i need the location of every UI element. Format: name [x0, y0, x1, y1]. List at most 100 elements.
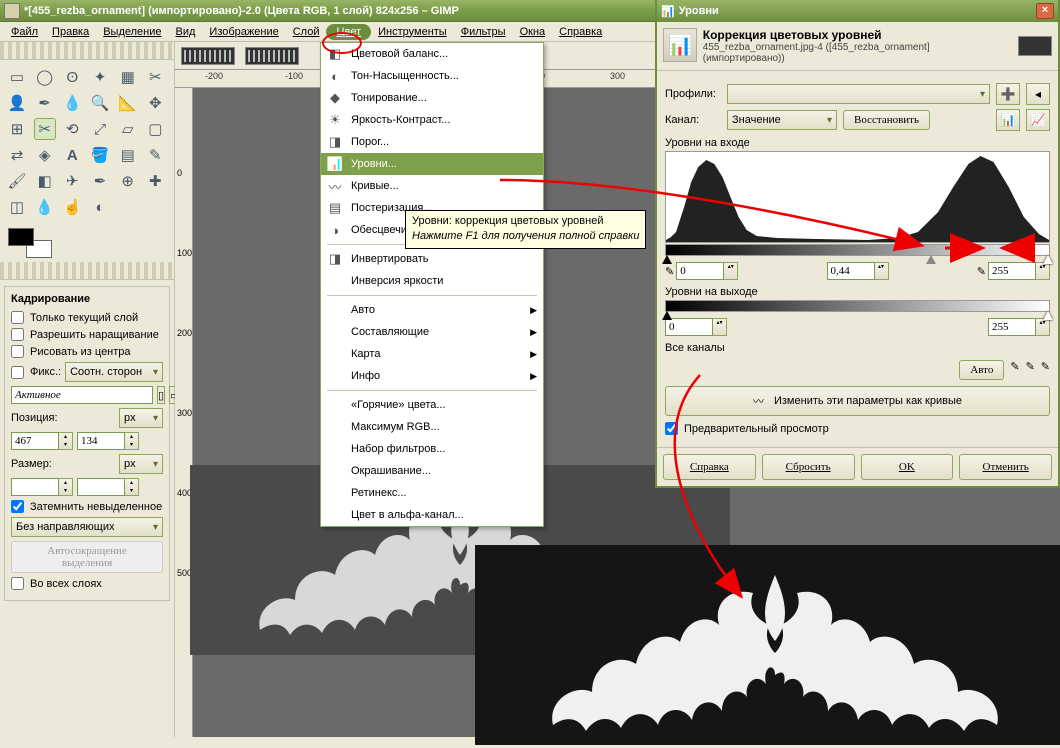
allow-growing-check[interactable] — [11, 328, 24, 341]
menu-filters[interactable]: Фильтры — [454, 24, 513, 40]
menu-image[interactable]: Изображение — [202, 24, 285, 40]
rect-select-tool[interactable]: ▭ — [6, 66, 28, 88]
fuzzy-select-tool[interactable]: ✦ — [89, 66, 111, 88]
menu-help[interactable]: Справка — [552, 24, 609, 40]
menu-brightness-contrast[interactable]: ☀Яркость-Контраст... — [321, 109, 543, 131]
shear-tool[interactable]: ▱ — [117, 118, 139, 140]
reset-channel-button[interactable]: Восстановить — [843, 110, 930, 130]
menu-invert[interactable]: ◨Инвертировать — [321, 248, 543, 270]
menu-colorize[interactable]: ◆Тонирование... — [321, 87, 543, 109]
lasso-tool[interactable]: ʘ — [61, 66, 83, 88]
ink-tool[interactable]: ✒ — [89, 170, 111, 192]
reset-button[interactable]: Сбросить — [762, 454, 855, 480]
output-gradient[interactable] — [665, 300, 1050, 312]
clone-tool[interactable]: ⊕ — [117, 170, 139, 192]
move-tool[interactable]: ✥ — [144, 92, 166, 114]
size-unit-combo[interactable]: px — [119, 454, 163, 474]
dodge-burn-tool[interactable]: ◐ — [89, 196, 111, 218]
spinner-icon[interactable]: ▴▾ — [1036, 318, 1050, 336]
menu-info[interactable]: Инфо▶ — [321, 365, 543, 387]
menu-hot[interactable]: «Горячие» цвета... — [321, 394, 543, 416]
output-high-field[interactable] — [988, 318, 1036, 336]
menu-retinex[interactable]: Ретинекс... — [321, 482, 543, 504]
foreground-select-tool[interactable]: 👤 — [6, 92, 28, 114]
menu-filter-pack[interactable]: Набор фильтров... — [321, 438, 543, 460]
input-gamma-field[interactable] — [827, 262, 875, 280]
by-color-select-tool[interactable]: ▦ — [117, 66, 139, 88]
aspect-field[interactable] — [11, 386, 153, 404]
ok-button[interactable]: OK — [861, 454, 954, 480]
presets-combo[interactable] — [727, 84, 990, 104]
menu-color-to-alpha[interactable]: Цвет в альфа-канал... — [321, 504, 543, 526]
ellipse-select-tool[interactable]: ◯ — [34, 66, 56, 88]
bucket-fill-tool[interactable]: 🪣 — [89, 144, 111, 166]
spinner-icon[interactable]: ▴▾ — [713, 318, 727, 336]
image-tab-1[interactable] — [181, 47, 235, 65]
fixed-check[interactable] — [11, 366, 24, 379]
menu-colorify[interactable]: Окрашивание... — [321, 460, 543, 482]
flip-tool[interactable]: ⇄ — [6, 144, 28, 166]
from-center-check[interactable] — [11, 345, 24, 358]
menu-color-balance[interactable]: ◧Цветовой баланс... — [321, 43, 543, 65]
position-unit-combo[interactable]: px — [119, 408, 163, 428]
menu-threshold[interactable]: ◨Порог... — [321, 131, 543, 153]
menu-color[interactable]: Цвет — [326, 24, 371, 40]
channel-combo[interactable]: Значение — [727, 110, 837, 130]
black-point-slider[interactable] — [662, 255, 672, 264]
scale-tool[interactable]: ⤢ — [89, 118, 111, 140]
gamma-slider[interactable] — [926, 255, 936, 264]
pick-black-button[interactable]: ✎ — [665, 265, 674, 278]
darken-check[interactable] — [11, 500, 24, 513]
output-low-field[interactable] — [665, 318, 713, 336]
pencil-tool[interactable]: ✎ — [144, 144, 166, 166]
histogram-log-icon[interactable]: 📈 — [1026, 109, 1050, 131]
text-tool[interactable]: A — [61, 144, 83, 166]
menu-auto[interactable]: Авто▶ — [321, 299, 543, 321]
perspective-clone-tool[interactable]: ◫ — [6, 196, 28, 218]
menu-levels[interactable]: 📊Уровни... — [321, 153, 543, 175]
blend-tool[interactable]: ▤ — [117, 144, 139, 166]
menu-layer[interactable]: Слой — [286, 24, 327, 40]
input-low-field[interactable] — [676, 262, 724, 280]
all-layers-check[interactable] — [11, 577, 24, 590]
preview-check[interactable] — [665, 422, 678, 435]
blur-tool[interactable]: 💧 — [34, 196, 56, 218]
size-w-field[interactable] — [11, 478, 59, 496]
spinner-icon[interactable]: ▴▾ — [125, 478, 139, 496]
color-picker-tool[interactable]: 💧 — [61, 92, 83, 114]
menu-value-invert[interactable]: Инверсия яркости — [321, 270, 543, 292]
input-gradient[interactable] — [665, 244, 1050, 256]
image-tab-2[interactable] — [245, 47, 299, 65]
auto-button[interactable]: Авто — [959, 360, 1004, 380]
out-white-slider[interactable] — [1043, 311, 1053, 320]
spinner-icon[interactable]: ▴▾ — [875, 262, 889, 280]
spinner-icon[interactable]: ▴▾ — [724, 262, 738, 280]
menu-edit[interactable]: Правка — [45, 24, 96, 40]
smudge-tool[interactable]: ☝ — [61, 196, 83, 218]
fg-color[interactable] — [8, 228, 34, 246]
color-swatches[interactable] — [8, 228, 52, 258]
measure-tool[interactable]: 📐 — [117, 92, 139, 114]
airbrush-tool[interactable]: ✈ — [61, 170, 83, 192]
eraser-tool[interactable]: ◧ — [34, 170, 56, 192]
spinner-icon[interactable]: ▴▾ — [1036, 262, 1050, 280]
levels-titlebar[interactable]: 📊 Уровни × — [657, 0, 1058, 22]
spinner-icon[interactable]: ▴▾ — [125, 432, 139, 450]
size-h-field[interactable] — [77, 478, 125, 496]
only-current-layer-check[interactable] — [11, 311, 24, 324]
scissors-tool[interactable]: ✂ — [144, 66, 166, 88]
menu-select[interactable]: Выделение — [96, 24, 168, 40]
crop-tool[interactable]: ✂ — [34, 118, 56, 140]
pick-black-all-button[interactable]: ✎ — [1010, 360, 1019, 380]
menu-curves[interactable]: 〰Кривые... — [321, 175, 543, 197]
preset-add-button[interactable]: ➕ — [996, 83, 1020, 105]
menu-file[interactable]: Файл — [4, 24, 45, 40]
paths-tool[interactable]: ✒ — [34, 92, 56, 114]
guides-combo[interactable]: Без направляющих — [11, 517, 163, 537]
out-black-slider[interactable] — [662, 311, 672, 320]
portrait-icon[interactable]: ▯ — [157, 386, 165, 404]
perspective-tool[interactable]: ▢ — [144, 118, 166, 140]
histogram-linear-icon[interactable]: 📊 — [996, 109, 1020, 131]
heal-tool[interactable]: ✚ — [144, 170, 166, 192]
close-button[interactable]: × — [1036, 3, 1054, 19]
